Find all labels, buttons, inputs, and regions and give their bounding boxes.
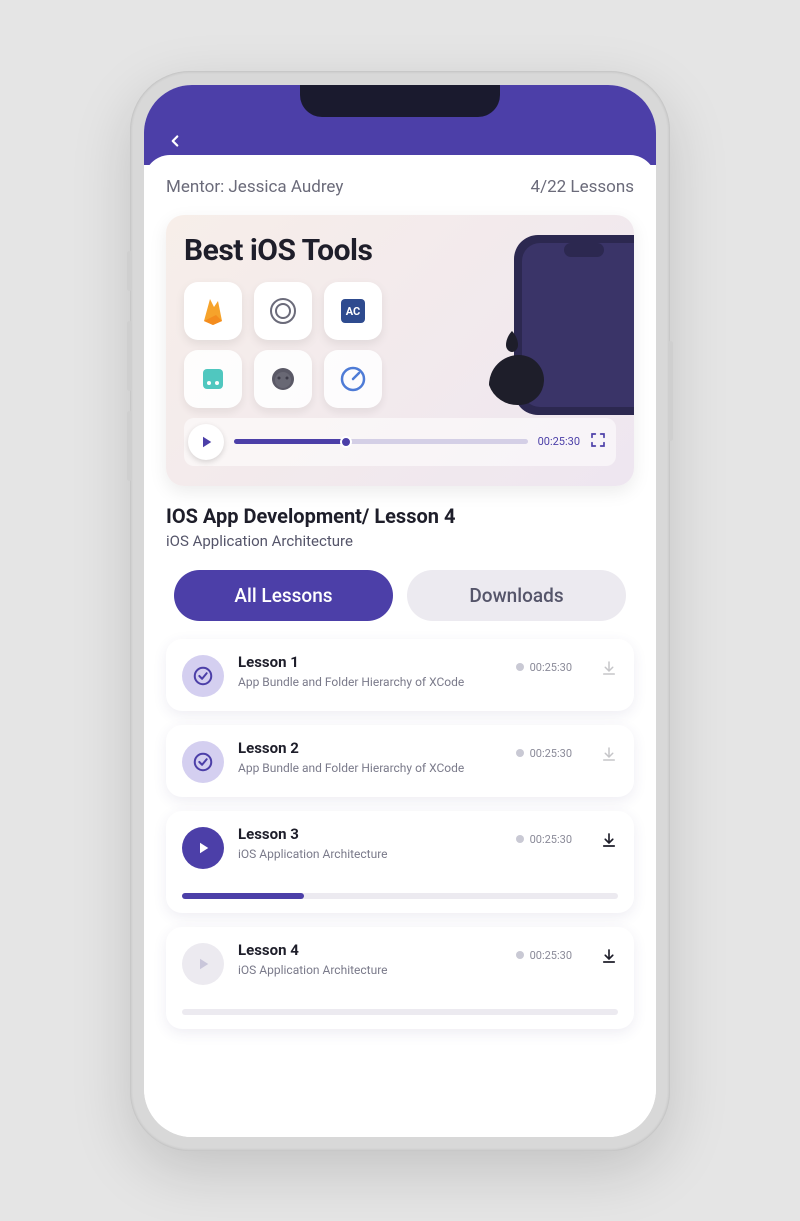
lesson-desc: iOS Application Architecture — [238, 846, 502, 862]
download-button[interactable] — [600, 659, 618, 681]
lesson-body: Lesson 3 iOS Application Architecture — [238, 825, 502, 862]
play-icon — [194, 955, 212, 973]
lesson-item[interactable]: Lesson 1 App Bundle and Folder Hierarchy… — [166, 639, 634, 711]
lesson-title: Lesson 4 — [238, 941, 502, 959]
lesson-progress — [182, 883, 618, 899]
lesson-meta: 00:25:30 — [516, 833, 572, 846]
lesson-meta: 00:25:30 — [516, 661, 572, 674]
video-player-controls: 00:25:30 — [184, 418, 616, 466]
check-circle-icon — [192, 751, 214, 773]
firebase-icon — [184, 282, 242, 340]
lesson-progress — [182, 999, 618, 1015]
video-time: 00:25:30 — [538, 435, 580, 448]
course-title: IOS App Development/ Lesson 4 — [166, 504, 634, 528]
volume-button — [127, 321, 132, 391]
lesson-status-playing — [182, 827, 224, 869]
power-button — [668, 341, 673, 441]
lesson-desc: App Bundle and Folder Hierarchy of XCode — [238, 760, 502, 776]
lesson-title: Lesson 1 — [238, 653, 502, 671]
lesson-desc: App Bundle and Folder Hierarchy of XCode — [238, 674, 502, 690]
status-dot — [516, 749, 524, 757]
lesson-status-idle — [182, 943, 224, 985]
lesson-body: Lesson 4 iOS Application Architecture — [238, 941, 502, 978]
expand-icon — [590, 432, 606, 448]
volume-button — [127, 411, 132, 481]
svg-text:AC: AC — [346, 305, 361, 318]
download-icon — [600, 659, 618, 677]
tab-all-lessons[interactable]: All Lessons — [174, 570, 393, 621]
iphone-illustration — [434, 225, 634, 425]
meta-row: Mentor: Jessica Audrey 4/22 Lessons — [166, 177, 634, 197]
lesson-desc: iOS Application Architecture — [238, 962, 502, 978]
back-button[interactable] — [166, 132, 184, 154]
play-icon — [197, 433, 215, 451]
play-icon — [194, 839, 212, 857]
check-circle-icon — [192, 665, 214, 687]
tabs: All Lessons Downloads — [166, 570, 634, 621]
phone-mockup-frame: Mentor: Jessica Audrey 4/22 Lessons Best… — [130, 71, 670, 1151]
teal-tool-icon — [184, 350, 242, 408]
mentor-label: Mentor: Jessica Audrey — [166, 177, 343, 197]
screen: Mentor: Jessica Audrey 4/22 Lessons Best… — [144, 85, 656, 1137]
lesson-duration: 00:25:30 — [530, 949, 572, 962]
play-button[interactable] — [188, 424, 224, 460]
lesson-duration: 00:25:30 — [530, 747, 572, 760]
lesson-status-done — [182, 655, 224, 697]
lesson-meta: 00:25:30 — [516, 747, 572, 760]
download-button[interactable] — [600, 947, 618, 969]
status-dot — [516, 835, 524, 843]
gauge-tool-icon — [324, 350, 382, 408]
lesson-status-done — [182, 741, 224, 783]
lesson-meta: 00:25:30 — [516, 949, 572, 962]
lesson-title: Lesson 3 — [238, 825, 502, 843]
content-sheet: Mentor: Jessica Audrey 4/22 Lessons Best… — [144, 155, 656, 1137]
download-button[interactable] — [600, 745, 618, 767]
download-icon — [600, 947, 618, 965]
ladybug-tool-icon — [254, 350, 312, 408]
lessons-progress-label: 4/22 Lessons — [531, 177, 634, 197]
scrubber-fill — [234, 439, 346, 444]
download-icon — [600, 831, 618, 849]
download-button[interactable] — [600, 831, 618, 853]
circle-tool-icon — [254, 282, 312, 340]
tab-downloads[interactable]: Downloads — [407, 570, 626, 621]
notch — [300, 85, 500, 117]
lesson-body: Lesson 2 App Bundle and Folder Hierarchy… — [238, 739, 502, 776]
fullscreen-button[interactable] — [590, 432, 606, 452]
volume-button — [127, 251, 132, 291]
video-scrubber[interactable] — [234, 439, 528, 444]
scrubber-knob[interactable] — [340, 436, 352, 448]
lesson-duration: 00:25:30 — [530, 833, 572, 846]
course-subtitle: iOS Application Architecture — [166, 532, 634, 550]
lesson-item[interactable]: Lesson 2 App Bundle and Folder Hierarchy… — [166, 725, 634, 797]
chevron-left-icon — [166, 132, 184, 150]
status-dot — [516, 951, 524, 959]
appcode-icon: AC — [324, 282, 382, 340]
lesson-title: Lesson 2 — [238, 739, 502, 757]
download-icon — [600, 745, 618, 763]
lesson-body: Lesson 1 App Bundle and Folder Hierarchy… — [238, 653, 502, 690]
lesson-item[interactable]: Lesson 3 iOS Application Architecture 00… — [166, 811, 634, 913]
status-dot — [516, 663, 524, 671]
lesson-duration: 00:25:30 — [530, 661, 572, 674]
video-preview-card[interactable]: Best iOS Tools — [166, 215, 634, 486]
lesson-item[interactable]: Lesson 4 iOS Application Architecture 00… — [166, 927, 634, 1029]
